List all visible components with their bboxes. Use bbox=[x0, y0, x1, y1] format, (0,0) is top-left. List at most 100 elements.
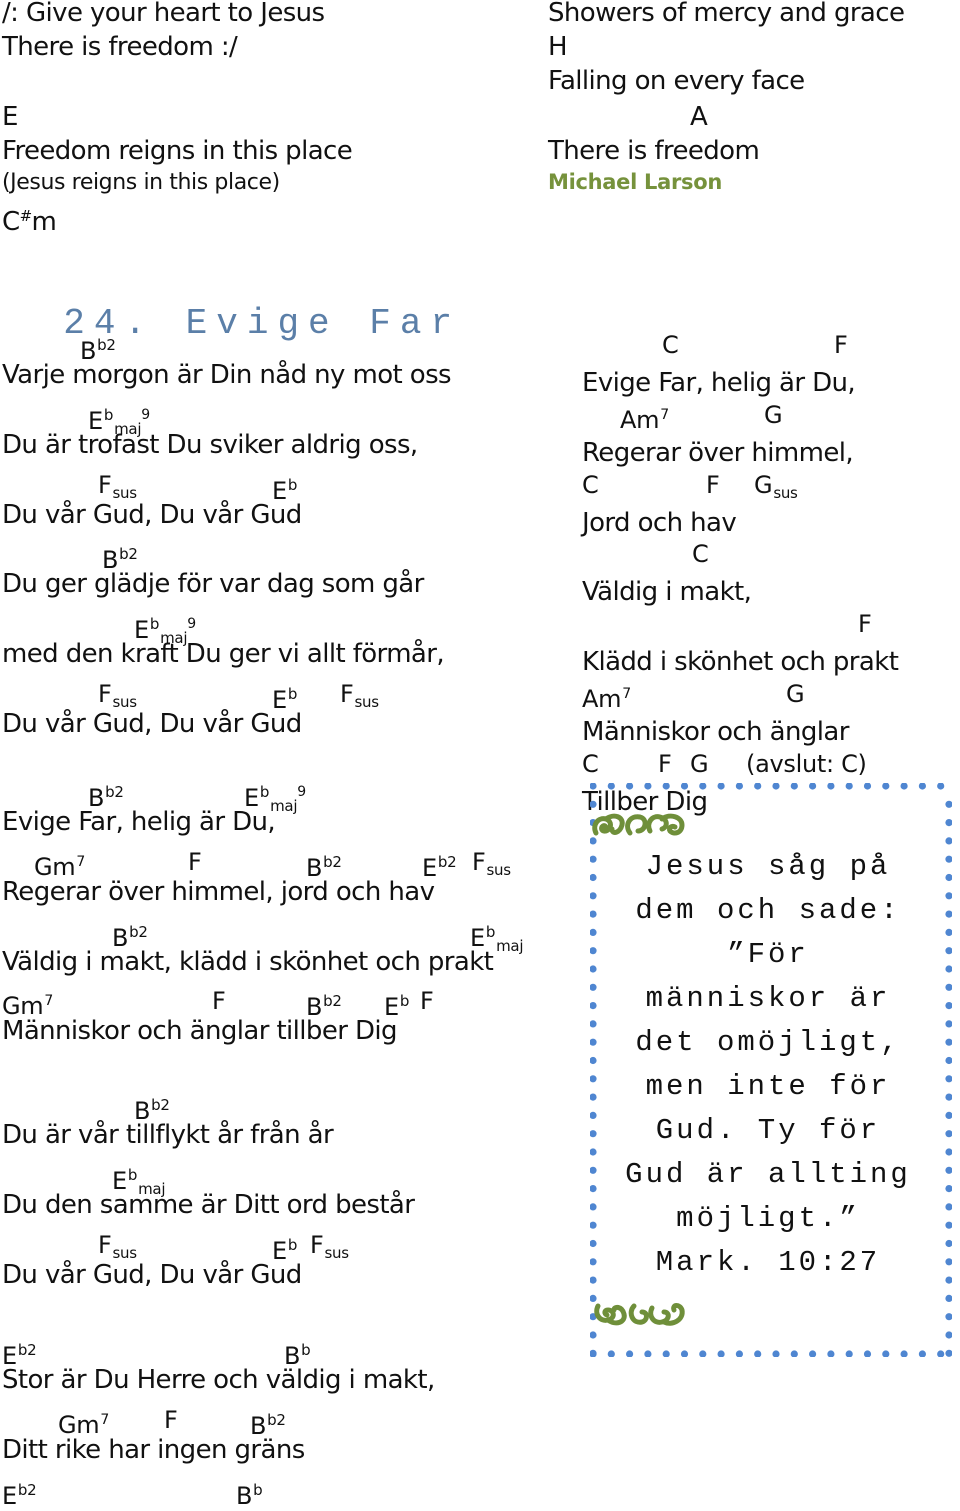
border-dot bbox=[735, 783, 743, 790]
chord: Am7 bbox=[582, 685, 631, 713]
border-dot bbox=[790, 783, 798, 790]
chord: G bbox=[764, 400, 783, 429]
border-dot bbox=[945, 983, 952, 991]
border-dot bbox=[717, 1350, 725, 1357]
border-dot bbox=[827, 1350, 835, 1357]
border-dot bbox=[626, 1350, 634, 1357]
border-dot bbox=[945, 873, 952, 882]
chord: Am7 bbox=[620, 405, 669, 434]
lyric-line: Människor och änglar tillber Dig bbox=[2, 1016, 398, 1047]
border-dot bbox=[945, 1020, 952, 1028]
lyric-line: Ditt rike har ingen gräns bbox=[2, 1434, 305, 1465]
border-dot bbox=[945, 1276, 952, 1284]
song-author: Michael Larson bbox=[548, 170, 723, 194]
border-dot bbox=[754, 1350, 762, 1357]
border-dot bbox=[945, 837, 952, 845]
chord: F bbox=[420, 987, 434, 1016]
lyric-line: med den kraft Du ger vi allt förmår, bbox=[2, 639, 445, 670]
border-dot bbox=[827, 783, 835, 790]
lyric-line: Du är vår tillflykt år från år bbox=[2, 1120, 334, 1150]
border-dot bbox=[662, 783, 670, 790]
border-dot bbox=[772, 783, 780, 790]
border-dot bbox=[882, 1350, 890, 1357]
border-dot bbox=[754, 783, 762, 790]
lyric-line: Du är trofast Du sviker aldrig oss, bbox=[2, 429, 418, 460]
border-dot bbox=[945, 1002, 952, 1010]
border-dot bbox=[918, 1350, 926, 1357]
border-dot bbox=[945, 1239, 952, 1248]
border-dot bbox=[945, 1056, 952, 1065]
border-dot bbox=[945, 1331, 952, 1339]
border-dot bbox=[945, 947, 952, 955]
lyric-line: Varje morgon är Din nåd ny mot oss bbox=[2, 360, 452, 390]
lyric-line: Stor är Du Herre och väldig i makt, bbox=[2, 1365, 435, 1395]
border-dot bbox=[772, 1350, 780, 1357]
chord: G bbox=[786, 680, 805, 708]
border-dot bbox=[863, 1350, 872, 1357]
border-dot bbox=[945, 965, 952, 973]
border-dot bbox=[945, 1038, 952, 1046]
lyric-line: Du den samme är Ditt ord består bbox=[2, 1189, 415, 1220]
chord: Fsus bbox=[310, 1230, 349, 1262]
border-dot bbox=[945, 1221, 952, 1229]
border-dot bbox=[590, 1331, 597, 1339]
border-dot bbox=[900, 783, 908, 790]
chord: F bbox=[858, 610, 872, 639]
lyric-line: Jord och hav bbox=[582, 507, 737, 538]
border-dot bbox=[945, 1148, 952, 1156]
border-dot bbox=[945, 1130, 952, 1138]
chord: C bbox=[582, 470, 599, 499]
chord: Eb2 bbox=[2, 1480, 37, 1510]
lyric-line: Du ger glädje för var dag som går bbox=[2, 569, 424, 600]
lyric-line: Du vår Gud, Du vår Gud bbox=[2, 709, 302, 739]
border-dot bbox=[644, 783, 652, 790]
border-dot bbox=[945, 1111, 952, 1119]
border-dot bbox=[882, 783, 890, 790]
lyric-line: Klädd i skönhet och prakt bbox=[582, 647, 899, 678]
border-dot bbox=[863, 783, 872, 790]
lyric-line: Freedom reigns in this place bbox=[2, 136, 353, 166]
chord: F bbox=[212, 987, 226, 1016]
lyric-line: /: Give your heart to Jesus bbox=[2, 0, 325, 28]
lyric-line: Regerar över himmel, jord och hav bbox=[2, 876, 435, 907]
border-dot bbox=[945, 1075, 952, 1083]
chord: Bb bbox=[236, 1480, 263, 1510]
border-dot bbox=[900, 1350, 908, 1357]
border-dot bbox=[845, 783, 853, 790]
song-title-text: Evige Far bbox=[185, 303, 462, 344]
quote-line: människor är bbox=[645, 982, 891, 1015]
border-dot bbox=[809, 1350, 817, 1357]
lyric-line: Du vår Gud, Du vår Gud bbox=[2, 1259, 302, 1290]
quote-line: men inte för bbox=[645, 1070, 891, 1103]
border-dot bbox=[937, 783, 945, 790]
lyric-line: Människor och änglar bbox=[582, 717, 849, 747]
chord: F bbox=[658, 749, 672, 778]
chord: A bbox=[690, 102, 708, 132]
quote-line: dem och sade: bbox=[635, 894, 901, 927]
chord: G bbox=[690, 749, 709, 778]
chord: C bbox=[582, 749, 599, 778]
border-dot bbox=[945, 1093, 952, 1101]
border-dot bbox=[680, 1350, 689, 1357]
lyric-line: Du vår Gud, Du vår Gud bbox=[2, 499, 302, 530]
border-dot bbox=[607, 783, 615, 790]
border-dot bbox=[945, 800, 952, 808]
lyric-line: Väldig i makt, bbox=[582, 577, 752, 608]
border-dot bbox=[809, 783, 817, 790]
chord: (avslut: C) bbox=[746, 749, 867, 778]
border-dot bbox=[945, 1313, 952, 1321]
chord: C bbox=[692, 540, 709, 569]
border-dot bbox=[945, 892, 952, 900]
chord: H bbox=[548, 32, 568, 62]
quote-line: möjligt.” bbox=[676, 1202, 860, 1235]
border-dot bbox=[662, 1350, 670, 1357]
chord: F bbox=[834, 331, 848, 359]
lyric-note: (Jesus reigns in this place) bbox=[2, 170, 280, 195]
quote-line: Jesus såg på bbox=[645, 850, 891, 883]
quote-box: Jesus såg på dem och sade: ”För människor ä… bbox=[590, 783, 952, 1357]
border-dot bbox=[918, 783, 926, 790]
chord: E bbox=[2, 102, 18, 132]
quote-line: Gud är allting bbox=[625, 1158, 911, 1191]
border-dot bbox=[699, 783, 707, 790]
lyric-line: Evige Far, helig är Du, bbox=[2, 807, 276, 837]
